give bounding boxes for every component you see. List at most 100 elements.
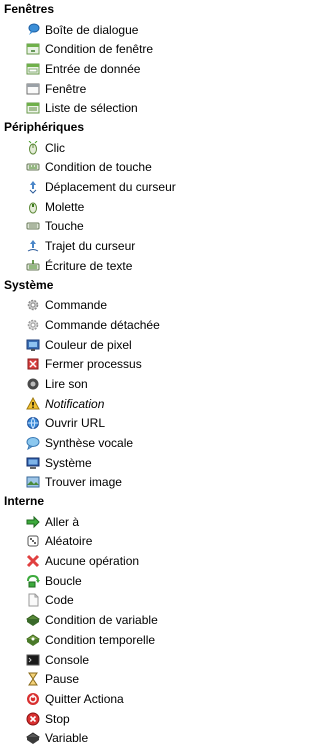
list-item-label: Console (45, 652, 90, 667)
list-item-label: Stop (45, 711, 70, 726)
speaker-icon (26, 377, 40, 391)
category-header: Système (4, 277, 54, 292)
list-item[interactable]: Notification (0, 394, 240, 414)
list-item[interactable]: Écriture de texte (0, 256, 240, 276)
dialog-icon (26, 23, 40, 37)
list-item-label: Touche (45, 219, 84, 234)
list-item[interactable]: Synthèse vocale (0, 433, 240, 453)
list-item[interactable]: Déplacement du curseur (0, 177, 240, 197)
list-item-label: Condition temporelle (45, 632, 156, 647)
mouse-wheel-icon (26, 200, 40, 214)
mouse-click-icon (26, 140, 40, 155)
list-item-label: Notification (45, 396, 105, 411)
key-condition-icon (26, 160, 40, 174)
console-icon (26, 653, 40, 667)
list-item[interactable]: Entrée de donnée (0, 59, 240, 79)
monitor-icon (26, 456, 40, 470)
category-header: Périphériques (4, 120, 85, 135)
list-item-label: Molette (45, 199, 85, 214)
variable-icon (26, 731, 40, 745)
list-item[interactable]: Variable (0, 728, 240, 748)
list-item[interactable]: Lire son (0, 374, 240, 394)
text-write-icon (26, 259, 40, 273)
list-item[interactable]: Molette (0, 197, 240, 217)
list-item-label: Fermer processus (45, 357, 142, 372)
list-item-label: Condition de touche (45, 160, 152, 175)
list-item[interactable]: Système (0, 453, 240, 473)
list-item-label: Pause (45, 672, 80, 687)
list-item[interactable]: Condition de fenêtre (0, 39, 240, 59)
cursor-path-icon (26, 239, 40, 253)
list-item-label: Ouvrir URL (45, 416, 106, 431)
warning-icon (26, 396, 40, 411)
list-item[interactable]: Condition de touche (0, 158, 240, 178)
list-item[interactable]: Trouver image (0, 473, 240, 493)
time-condition-icon (26, 633, 40, 647)
variable-condition-icon (26, 613, 40, 627)
list-item-label: Trouver image (45, 475, 122, 490)
window-icon (26, 82, 40, 96)
list-item-label: Quitter Actiona (45, 691, 124, 706)
list-item-label: Condition de variable (45, 613, 158, 628)
list-item[interactable]: Boîte de dialogue (0, 20, 240, 40)
kill-process-icon (26, 357, 40, 371)
gear-detached-icon (26, 318, 40, 332)
list-item[interactable]: Aucune opération (0, 551, 240, 571)
list-item[interactable]: Stop (0, 709, 240, 729)
action-list[interactable]: Fenêtres Boîte de dialogue Condition de fe… (0, 0, 240, 752)
dice-icon (26, 534, 40, 548)
list-item[interactable]: Liste de sélection (0, 98, 240, 118)
red-cross-icon (26, 554, 40, 568)
globe-icon (26, 416, 40, 430)
list-item[interactable]: Quitter Actiona (0, 689, 240, 709)
speech-bubble-icon (26, 436, 40, 450)
list-item[interactable]: Console (0, 650, 240, 670)
list-item-label: Aucune opération (45, 554, 140, 569)
list-item[interactable]: Boucle (0, 571, 240, 591)
data-input-icon (26, 62, 40, 76)
list-item-label: Variable (45, 731, 89, 746)
gear-icon (26, 298, 40, 312)
list-item-label: Trajet du curseur (45, 239, 136, 254)
list-item[interactable]: Clic (0, 138, 240, 158)
list-item[interactable]: Commande détachée (0, 315, 240, 335)
list-item[interactable]: Ouvrir URL (0, 413, 240, 433)
list-item[interactable]: Fenêtre (0, 79, 240, 99)
list-item[interactable]: Couleur de pixel (0, 335, 240, 355)
category-header: Fenêtres (4, 2, 55, 16)
list-item-label: Boîte de dialogue (45, 22, 139, 37)
list-item-label: Couleur de pixel (45, 337, 132, 352)
quit-icon (26, 692, 40, 706)
list-item-label: Déplacement du curseur (45, 180, 176, 195)
list-item-label: Liste de sélection (45, 101, 138, 116)
goto-arrow-icon (26, 515, 40, 529)
list-item[interactable]: Aléatoire (0, 532, 240, 552)
selection-list-icon (26, 101, 40, 115)
list-item-label: Fenêtre (45, 81, 87, 96)
hourglass-icon (26, 672, 40, 686)
list-item[interactable]: Code (0, 591, 240, 611)
list-item[interactable]: Aller à (0, 512, 240, 532)
list-item-label: Commande détachée (45, 317, 160, 332)
list-item-label: Clic (45, 140, 65, 155)
list-item-label: Système (45, 455, 92, 470)
list-item-label: Entrée de donnée (45, 61, 141, 76)
list-item[interactable]: Commande (0, 295, 240, 315)
find-image-icon (26, 475, 40, 489)
list-item-label: Boucle (45, 573, 82, 588)
list-item[interactable]: Trajet du curseur (0, 236, 240, 256)
list-item[interactable]: Condition de variable (0, 610, 240, 630)
pixel-color-icon (26, 338, 40, 352)
list-item[interactable]: Condition temporelle (0, 630, 240, 650)
window-condition-icon (26, 42, 40, 56)
cursor-move-icon (26, 180, 40, 194)
list-item-label: Synthèse vocale (45, 435, 134, 450)
code-page-icon (26, 593, 40, 607)
list-item[interactable]: Fermer processus (0, 354, 240, 374)
list-item-label: Lire son (45, 376, 88, 391)
list-item[interactable]: Pause (0, 669, 240, 689)
list-item-label: Commande (45, 298, 108, 313)
stop-icon (26, 712, 40, 726)
list-item[interactable]: Touche (0, 217, 240, 237)
list-item-label: Condition de fenêtre (45, 42, 154, 57)
